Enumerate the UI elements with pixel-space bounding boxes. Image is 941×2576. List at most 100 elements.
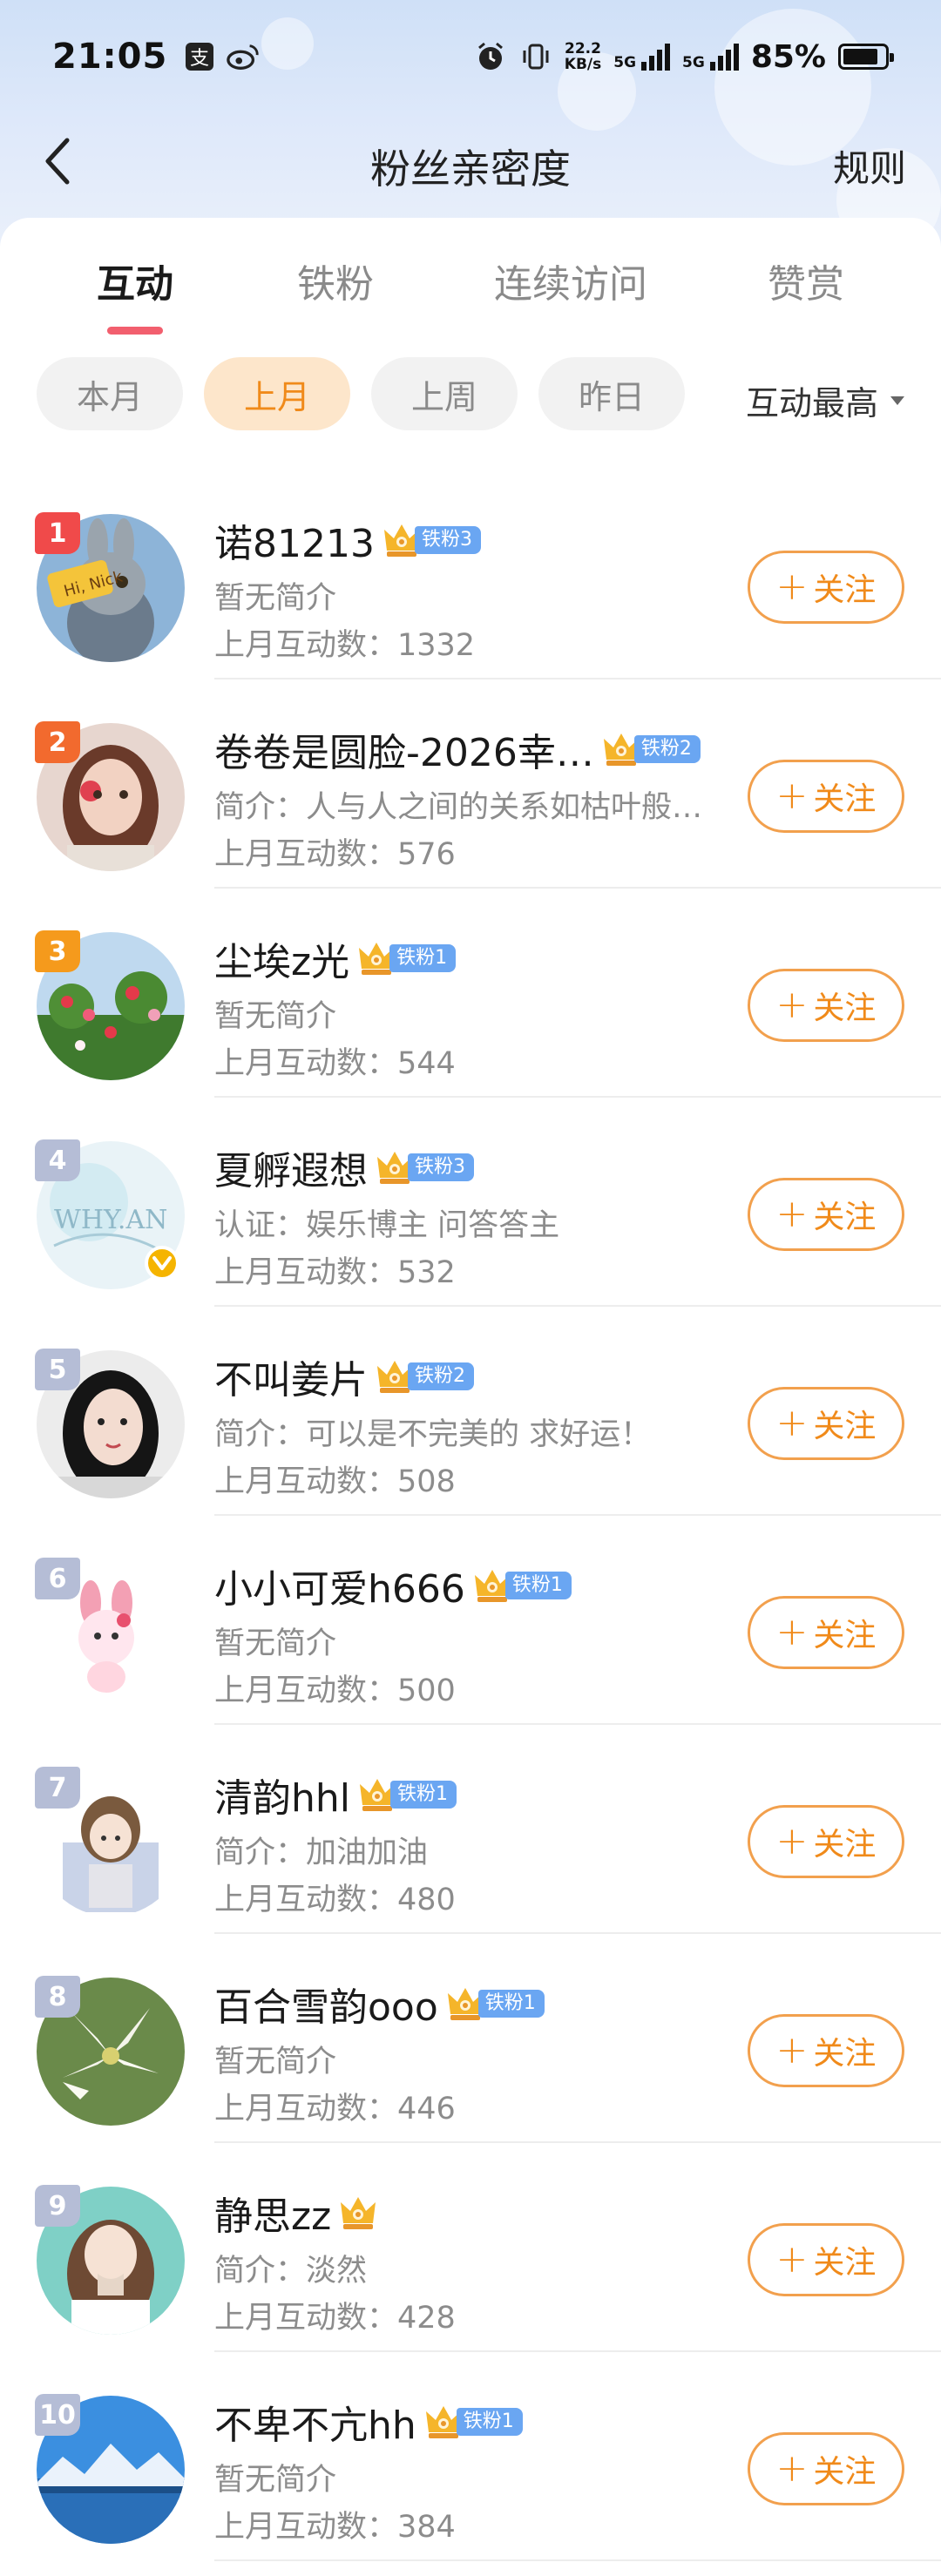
interaction-count: 上月互动数：446: [214, 2092, 456, 2126]
fan-level-badge: 铁粉2: [601, 730, 701, 768]
follow-button[interactable]: + 关注: [748, 760, 904, 833]
fan-row[interactable]: 10 不卑不亢hh 铁粉1 暂无简介 上月互动数：384 + 关注: [0, 2352, 941, 2561]
fan-level-tag: 铁粉2: [408, 1362, 474, 1390]
follow-button[interactable]: + 关注: [748, 1596, 904, 1669]
plus-icon: +: [775, 2446, 809, 2491]
fan-row[interactable]: 8 百合雪韵ooo 铁粉1 暂无简介 上月互动数：446 + 关注: [0, 1934, 941, 2143]
interaction-count: 上月互动数：532: [214, 1255, 456, 1290]
fan-name[interactable]: 静思zz: [214, 2185, 331, 2241]
follow-button[interactable]: + 关注: [748, 2432, 904, 2505]
follow-button[interactable]: + 关注: [748, 1387, 904, 1460]
follow-button[interactable]: + 关注: [748, 1178, 904, 1251]
fan-row[interactable]: 7 清韵hhl 铁粉1 简介：加油加油 上月互动数：480 + 关注: [0, 1725, 941, 1934]
interaction-count: 上月互动数：544: [214, 1046, 456, 1081]
fan-name[interactable]: 清韵hhl: [214, 1767, 350, 1822]
fan-description: 简介：加油加油: [214, 1836, 429, 1869]
filter-yesterday[interactable]: 昨日: [538, 357, 685, 430]
fan-level-tag: 铁粉3: [408, 1153, 474, 1181]
plus-icon: +: [775, 1192, 809, 1236]
fan-level-tag: 铁粉1: [456, 2408, 523, 2436]
fan-level-badge: [338, 2194, 378, 2232]
fan-name[interactable]: 不叫姜片: [214, 1349, 368, 1404]
fan-name[interactable]: 不卑不亢hh: [214, 2394, 416, 2450]
interaction-count: 上月互动数：480: [214, 1883, 456, 1917]
fan-row[interactable]: 3 尘埃z光 铁粉1 暂无简介 上月互动数：544 + 关注: [0, 889, 941, 1098]
status-bar: 21:05 支 22.2 KB/s 5G 5G 85%: [0, 0, 941, 113]
fan-description: 暂无简介: [214, 1626, 337, 1660]
fan-description: 简介：可以是不完美的 求好运！: [214, 1417, 652, 1451]
rank-badge: 6: [35, 1558, 80, 1599]
fan-description: 认证：娱乐博主 问答答主: [214, 1208, 560, 1242]
interaction-count: 上月互动数：1332: [214, 628, 476, 663]
crown-icon: [341, 2197, 376, 2229]
row-divider: [214, 2559, 941, 2561]
fan-name[interactable]: 小小可爱h666: [214, 1558, 465, 1613]
svg-text:WHY.AN: WHY.AN: [54, 1205, 167, 1235]
rank-badge: 2: [35, 721, 80, 763]
sort-dropdown[interactable]: 互动最高: [746, 376, 906, 424]
fan-description: 简介：人与人之间的关系如枯叶般…: [214, 790, 703, 824]
tab-continuous-visits[interactable]: 连续访问: [488, 253, 653, 331]
fan-row[interactable]: Hi, Nick 1 诺81213 铁粉3 暂无简介 上月互动数：1332 + …: [0, 470, 941, 679]
fan-level-badge: 铁粉1: [472, 1566, 572, 1605]
follow-button[interactable]: + 关注: [748, 969, 904, 1042]
rules-link[interactable]: 规则: [833, 139, 906, 193]
plus-icon: +: [775, 1610, 809, 1654]
follow-button[interactable]: + 关注: [748, 1805, 904, 1878]
tab-rewards[interactable]: 赞赏: [762, 253, 850, 331]
fan-description: 暂无简介: [214, 581, 337, 615]
follow-button[interactable]: + 关注: [748, 551, 904, 624]
fan-name[interactable]: 诺81213: [214, 512, 375, 568]
plus-icon: +: [775, 1819, 809, 1863]
fan-name[interactable]: 夏孵遐想: [214, 1139, 368, 1195]
content-card: 互动 铁粉 连续访问 赞赏 本月 上月 上周 昨日 互动最高 Hi, Nick …: [0, 218, 941, 2576]
fan-level-badge: 铁粉3: [375, 1148, 474, 1187]
fan-row[interactable]: 2 卷卷是圆脸-2026幸… 铁粉2 简介：人与人之间的关系如枯叶般… 上月互动…: [0, 679, 941, 889]
filter-this-month[interactable]: 本月: [37, 357, 183, 430]
weibo-icon: [227, 40, 260, 73]
filter-last-month[interactable]: 上月: [204, 357, 350, 430]
page-title: 粉丝亲密度: [370, 145, 571, 193]
plus-icon: +: [775, 565, 809, 609]
fan-name[interactable]: 百合雪韵ooo: [214, 1976, 438, 2032]
alarm-icon: [474, 40, 507, 73]
fan-row[interactable]: 9 静思zz 简介：淡然 上月互动数：428 + 关注: [0, 2143, 941, 2352]
fan-level-badge: 铁粉2: [375, 1357, 474, 1396]
status-time: 21:05: [52, 37, 168, 77]
plus-icon: +: [775, 983, 809, 1027]
fan-row[interactable]: 6 小小可爱h666 铁粉1 暂无简介 上月互动数：500 + 关注: [0, 1516, 941, 1725]
fan-level-tag: 铁粉1: [390, 1781, 457, 1809]
plus-icon: +: [775, 774, 809, 818]
follow-button[interactable]: + 关注: [748, 2014, 904, 2087]
fan-description: 暂无简介: [214, 999, 337, 1033]
period-filter: 本月 上月 上周 昨日 互动最高: [0, 357, 941, 436]
nav-bar: 粉丝亲密度 规则: [0, 113, 941, 209]
fan-row[interactable]: WHY.AN 4 夏孵遐想 铁粉3 认证：娱乐博主 问答答主 上月互动数：532: [0, 1098, 941, 1307]
rank-badge: 5: [35, 1349, 80, 1390]
rank-badge: 7: [35, 1767, 80, 1809]
follow-button[interactable]: + 关注: [748, 2223, 904, 2296]
fan-level-tag: 铁粉3: [414, 526, 481, 554]
rank-badge: 1: [35, 512, 80, 554]
fan-name[interactable]: 卷卷是圆脸-2026幸…: [214, 721, 594, 777]
rank-badge: 3: [35, 930, 80, 972]
fan-description: 简介：淡然: [214, 2254, 368, 2288]
fan-level-badge: 铁粉1: [423, 2403, 523, 2441]
tab-bar: 互动 铁粉 连续访问 赞赏: [0, 253, 941, 348]
caret-down-icon: [890, 396, 904, 405]
tab-iron-fans[interactable]: 铁粉: [292, 253, 379, 331]
plus-icon: +: [775, 2028, 809, 2072]
fan-row[interactable]: 5 不叫姜片 铁粉2 简介：可以是不完美的 求好运！ 上月互动数：508 + 关…: [0, 1307, 941, 1516]
rank-badge: 9: [35, 2185, 80, 2227]
filter-last-week[interactable]: 上周: [371, 357, 518, 430]
fan-level-tag: 铁粉2: [633, 735, 701, 763]
fan-name[interactable]: 尘埃z光: [214, 930, 349, 986]
interaction-count: 上月互动数：384: [214, 2510, 456, 2545]
rank-badge: 4: [35, 1139, 80, 1181]
interaction-count: 上月互动数：500: [214, 1673, 456, 1708]
interaction-count: 上月互动数：576: [214, 837, 456, 872]
rank-badge: 8: [35, 1976, 80, 2018]
tab-interaction[interactable]: 互动: [96, 253, 174, 335]
battery-percent: 85%: [750, 38, 826, 75]
alipay-icon: 支: [183, 40, 216, 73]
